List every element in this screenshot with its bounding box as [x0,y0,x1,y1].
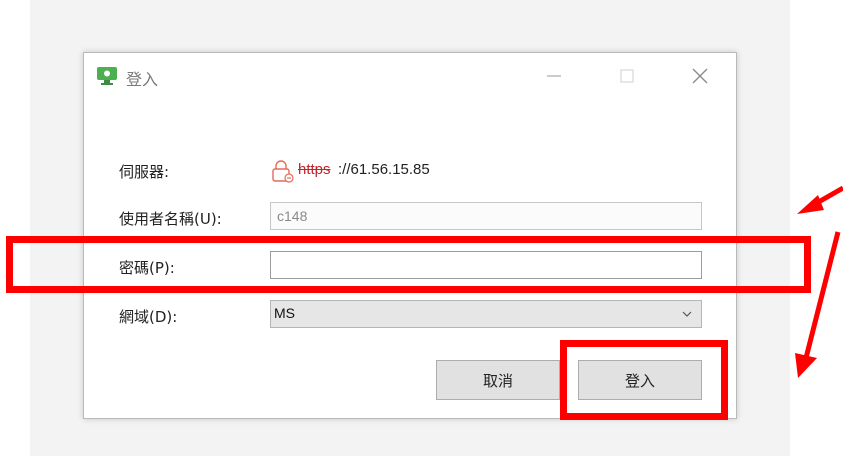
close-icon[interactable] [687,63,713,89]
maximize-icon[interactable] [614,63,640,89]
username-field[interactable] [270,202,702,230]
minimize-icon[interactable] [541,63,567,89]
arrow-to-username-icon [797,185,843,214]
window-title: 登入 [126,70,159,89]
monitor-app-icon [97,67,117,85]
cancel-button[interactable]: 取消 [436,360,560,400]
login-highlight-box [560,340,728,420]
broken-lock-icon [272,160,294,183]
domain-select[interactable]: MS [270,300,702,328]
username-label: 使用者名稱(U): [119,210,222,228]
chevron-down-icon [682,311,692,317]
domain-value: MS [274,305,295,321]
title-bar: 登入 [84,53,736,97]
password-highlight-box [6,236,811,293]
server-scheme: https [298,161,331,178]
server-host: ://61.56.15.85 [338,161,430,178]
domain-label: 網域(D): [119,308,178,326]
server-label: 伺服器: [119,163,170,181]
